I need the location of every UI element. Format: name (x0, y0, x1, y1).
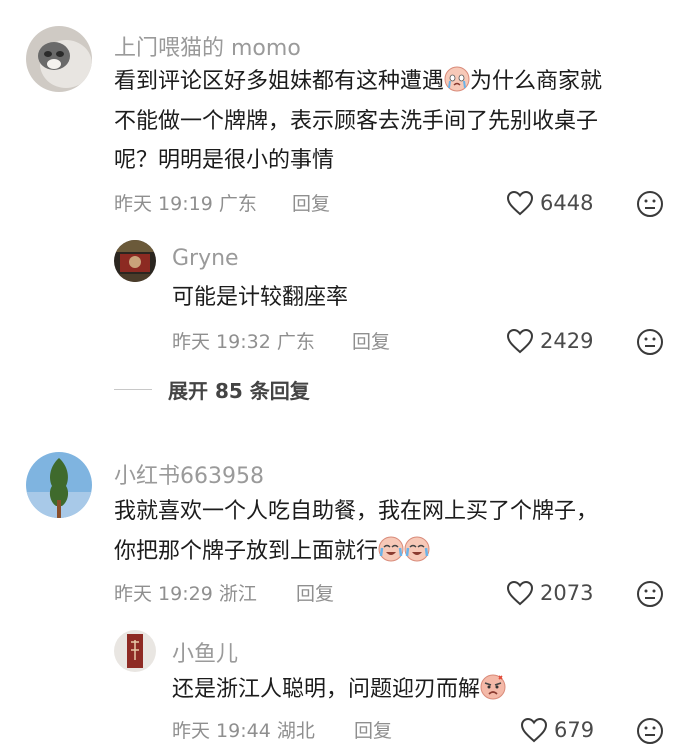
comment-meta: 昨天 19:32 广东 (172, 327, 315, 354)
reply-button[interactable]: 回复 (354, 716, 392, 743)
like-count: 2073 (540, 581, 594, 605)
comment-text-line: 可能是计较翻座率 (172, 285, 349, 310)
comment-text-line: 你把那个牌子放到上面就行 (114, 536, 430, 567)
like-button[interactable]: 2073 (506, 580, 593, 606)
comment-time: 昨天 19:44 (172, 720, 271, 742)
comment-text-segment: 为什么商家就 (470, 69, 603, 94)
comment-text-line: 还是浙江人聪明，问题迎刃而解 (172, 674, 506, 705)
like-count: 6448 (540, 191, 594, 215)
avatar[interactable] (114, 630, 156, 672)
comment-time: 昨天 19:32 (172, 331, 271, 353)
expand-replies-button[interactable]: 展开 85 条回复 (114, 375, 310, 404)
comment-location: 浙江 (218, 583, 257, 605)
reply-username[interactable]: Gryne (172, 246, 239, 271)
comment-location: 广东 (276, 331, 315, 353)
crying-face-icon (378, 536, 404, 562)
dislike-button[interactable] (636, 717, 664, 749)
reply-button[interactable]: 回复 (352, 327, 390, 354)
avatar[interactable] (26, 452, 92, 518)
comment-time: 昨天 19:19 (114, 193, 213, 215)
comment-location: 广东 (218, 193, 257, 215)
heart-outline-icon (506, 580, 534, 606)
heart-outline-icon (520, 717, 548, 743)
comment-meta: 昨天 19:44 湖北 (172, 716, 315, 743)
avatar[interactable] (26, 26, 92, 92)
comment-text-line: 呢？明明是很小的事情 (114, 148, 335, 173)
frown-face-icon (637, 581, 663, 607)
comment-text-line: 不能做一个牌牌，表示顾客去洗手间了先别收桌子 (114, 109, 599, 134)
comment-text-segment: 看到评论区好多姐妹都有这种遭遇 (114, 69, 445, 94)
frown-face-icon (637, 329, 663, 355)
like-button[interactable]: 679 (520, 717, 594, 743)
frown-face-icon (637, 191, 663, 217)
comment-text-line: 我就喜欢一个人吃自助餐，我在网上买了个牌子， (114, 499, 599, 524)
comment-meta: 昨天 19:19 广东 (114, 189, 257, 216)
reply-button[interactable]: 回复 (296, 579, 334, 606)
dislike-button[interactable] (636, 580, 664, 612)
reply-username[interactable]: 小鱼儿 (172, 636, 238, 668)
avatar[interactable] (114, 240, 156, 282)
like-button[interactable]: 6448 (506, 190, 593, 216)
heart-outline-icon (506, 190, 534, 216)
angry-face-icon (480, 674, 506, 700)
crying-face-icon (404, 536, 430, 562)
comment-meta: 昨天 19:29 浙江 (114, 579, 257, 606)
dislike-button[interactable] (636, 328, 664, 360)
dislike-button[interactable] (636, 190, 664, 222)
divider (114, 389, 152, 390)
comment-username[interactable]: 小红书663958 (114, 458, 264, 490)
heart-outline-icon (506, 328, 534, 354)
expand-replies-label: 展开 85 条回复 (168, 379, 310, 403)
comment-text-segment: 还是浙江人聪明，问题迎刃而解 (172, 677, 481, 702)
reply-button[interactable]: 回复 (292, 189, 330, 216)
comment-username[interactable]: 上门喂猫的 momo (114, 30, 301, 62)
like-count: 679 (554, 718, 595, 742)
like-count: 2429 (540, 329, 594, 353)
comment-location: 湖北 (276, 720, 315, 742)
comment-time: 昨天 19:29 (114, 583, 213, 605)
comment-text-line: 看到评论区好多姐妹都有这种遭遇 为什么商家就 (114, 66, 602, 97)
frown-face-icon (637, 718, 663, 744)
like-button[interactable]: 2429 (506, 328, 593, 354)
crying-face-icon (444, 66, 470, 92)
comment-text-segment: 你把那个牌子放到上面就行 (114, 539, 379, 564)
